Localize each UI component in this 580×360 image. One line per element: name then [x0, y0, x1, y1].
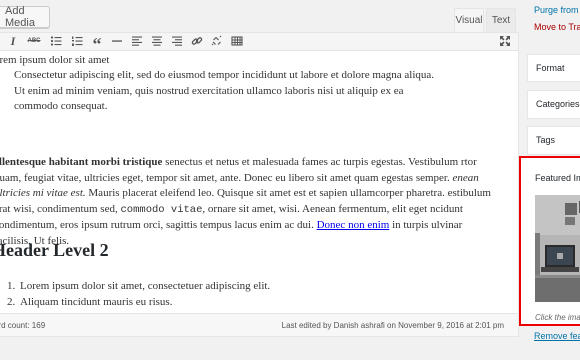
blockquote: Consectetur adipiscing elit, sed do eius…: [14, 69, 435, 112]
body-paragraph: ellentesque habitant morbi tristique sen…: [0, 155, 499, 249]
featured-image[interactable]: [535, 195, 580, 302]
categories-panel[interactable]: Categories: [527, 90, 580, 119]
align-center-icon[interactable]: [149, 34, 165, 48]
remove-featured-image-link[interactable]: Remove feat: [534, 331, 580, 341]
intro-paragraph: orem ipsum dolor sit amet: [0, 54, 110, 66]
bullet-list-icon[interactable]: [48, 34, 64, 48]
post-editor: I ABC “ orem ipsum dolor sit amet Consec…: [0, 32, 519, 337]
strikethrough-icon[interactable]: ABC: [26, 34, 42, 48]
fullscreen-icon[interactable]: [497, 34, 513, 48]
remove-link-icon[interactable]: [209, 34, 225, 48]
code-text: commodo vitae: [120, 203, 203, 216]
format-title: Format: [536, 63, 565, 73]
editor-status-bar: ord count: 169 Last edited by Danish ash…: [0, 313, 518, 336]
content-link[interactable]: Donec non enim: [317, 219, 390, 231]
tab-visual[interactable]: Visual: [454, 8, 484, 32]
tab-text[interactable]: Text: [486, 8, 516, 32]
bold-text: ellentesque habitant morbi tristique: [0, 156, 163, 168]
insert-link-icon[interactable]: [189, 34, 205, 48]
format-panel[interactable]: Format: [527, 54, 580, 82]
tags-panel[interactable]: Tags: [527, 126, 580, 155]
featured-image-title: Featured Im: [535, 173, 580, 183]
editor-content[interactable]: orem ipsum dolor sit amet Consectetur ad…: [0, 51, 518, 313]
purge-cache-link[interactable]: Purge from c: [534, 5, 580, 15]
align-left-icon[interactable]: [129, 34, 145, 48]
list-item: Aliquam tincidunt mauris eu risus.: [18, 295, 270, 311]
content-heading: Header Level 2: [0, 240, 109, 260]
last-edited: Last edited by Danish ashrafi on Novembe…: [281, 321, 504, 330]
editor-toolbar: I ABC “: [0, 33, 518, 53]
add-media-label: Add Media: [5, 5, 35, 29]
categories-title: Categories: [536, 99, 580, 109]
toolbar-toggle-icon[interactable]: [229, 34, 245, 48]
word-count: ord count: 169: [0, 321, 46, 330]
move-to-trash-link[interactable]: Move to Tras: [534, 22, 580, 32]
featured-image-caption: Click the ima: [535, 313, 580, 322]
featured-image-panel: Featured Im Click the ima: [519, 156, 580, 326]
horizontal-rule-icon[interactable]: [109, 34, 125, 48]
italic-icon[interactable]: I: [5, 34, 21, 48]
list-item: Lorem ipsum dolor sit amet, consectetuer…: [18, 279, 270, 295]
ordered-list: Lorem ipsum dolor sit amet, consectetuer…: [0, 279, 270, 310]
numbered-list-icon[interactable]: [69, 34, 85, 48]
align-right-icon[interactable]: [169, 34, 185, 48]
add-media-button[interactable]: Add Media: [0, 5, 50, 29]
blockquote-icon[interactable]: “: [89, 34, 105, 53]
tags-title: Tags: [536, 135, 556, 145]
